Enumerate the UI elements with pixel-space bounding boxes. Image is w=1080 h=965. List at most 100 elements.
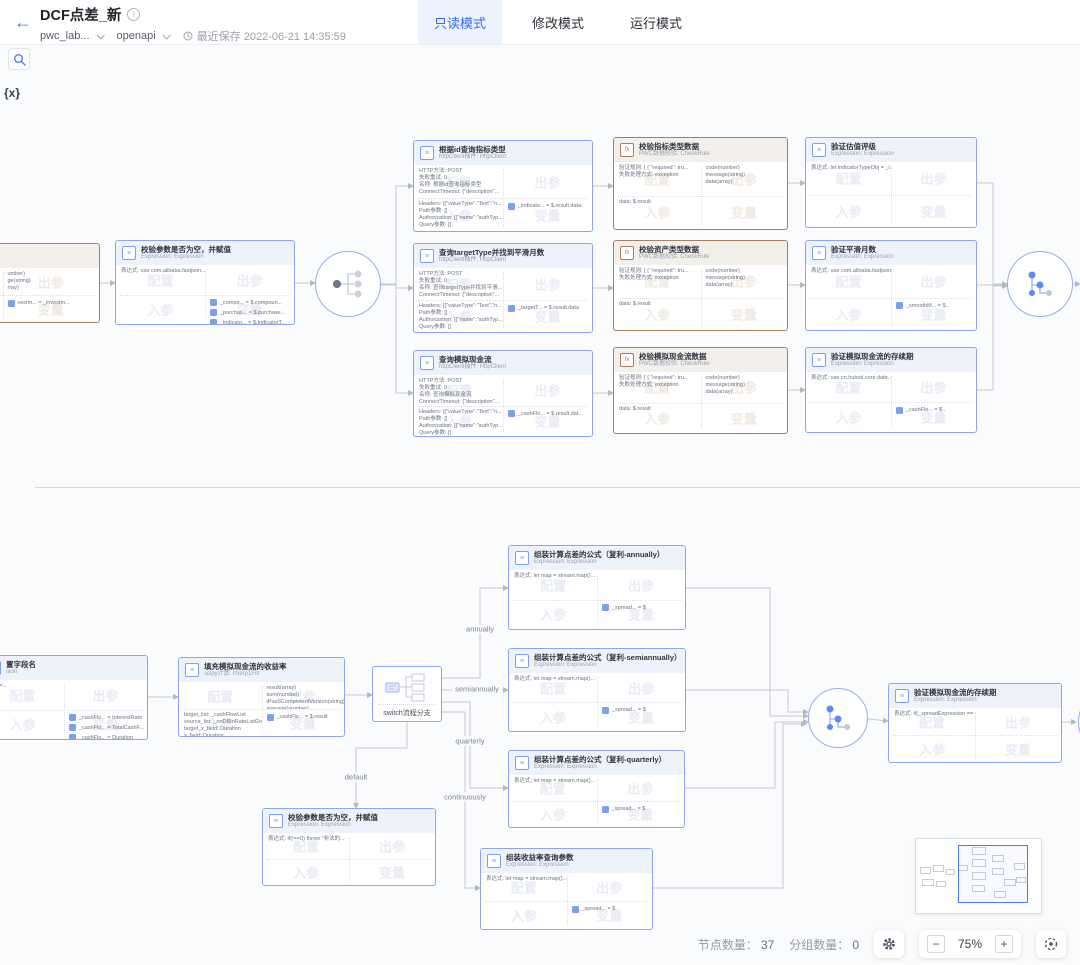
gear-icon [881, 936, 897, 952]
minimap-node [936, 881, 946, 887]
config-line: Path参数: [] [419, 310, 498, 317]
node-header: fx校验指标类型数据PWC数据校验: CheckRule [614, 138, 787, 162]
node-param-output[interactable]: fx配置出参入参变量umber)ge(string)rray)vestm... … [0, 243, 100, 323]
module-icon: ≡ [185, 663, 199, 677]
output-mapping: _cashFlo... = $.result.dat... [518, 411, 583, 417]
output-var-icon [896, 407, 903, 414]
node-verify-cashflow-duration-top[interactable]: ≡验证模拟现金流的存续期Expression: Expression配置出参入参… [805, 347, 977, 433]
header: ← DCF点差_新 i pwc_lab... openapi 最近保存 2022… [0, 0, 1080, 45]
output-var-icon [896, 302, 903, 309]
minimap-viewport[interactable] [958, 845, 1028, 903]
config-line: 失败重试: 0 [419, 175, 498, 182]
api-select[interactable]: openapi [117, 30, 156, 42]
back-button[interactable]: ← [10, 9, 36, 35]
output-var-icon [210, 309, 217, 316]
module-icon: ≡ [812, 143, 826, 157]
zoom-out-button[interactable]: − [927, 935, 945, 953]
tab-edit-mode[interactable]: 修改模式 [516, 0, 600, 44]
zoom-controls: − 75% + [919, 930, 1021, 958]
node-header: ≡根据id查询指标类型httpClient插件: HttpClient [414, 141, 592, 165]
config-line: target_x_field: Duration [184, 726, 257, 733]
fit-view-button[interactable] [1036, 930, 1066, 958]
node-verify-valuation-rating[interactable]: ≡验证估值评级Expression: Expression配置出参入参变量表达式… [805, 137, 977, 228]
node-header: ≡查询targetType并找到平滑月数httpClient插件: HttpCl… [414, 244, 592, 268]
node-merge-gateway-top[interactable] [1007, 251, 1073, 317]
config-line: data(array) [706, 282, 783, 289]
node-assemble-yield-query-params[interactable]: ≡组装收益率查询参数Expression: Expression配置出参入参变量… [480, 848, 653, 930]
minimap[interactable] [915, 838, 1042, 914]
output-var-icon [508, 203, 515, 210]
node-header: ≡验证模拟现金流的存续期Expression: Expression [889, 684, 1061, 708]
info-icon[interactable]: i [127, 8, 140, 21]
node-switch-branch[interactable]: switch流程分支 [372, 666, 442, 722]
module-icon: ≡ [515, 756, 529, 770]
node-split-gateway[interactable] [315, 251, 381, 317]
output-var-icon [602, 604, 609, 611]
node-subtitle: Expression: Expression [914, 697, 997, 704]
node-http-query-cashflow[interactable]: ≡查询模拟现金流httpClient插件: HttpClient配置出参入参变量… [413, 350, 593, 437]
output-mapping: _smoothM... = $... [906, 303, 950, 309]
node-header: ≡验证模拟现金流的存续期Expression: Expression [806, 348, 976, 372]
node-merge-gateway-bottom[interactable] [808, 688, 868, 748]
config-line: message(string) [706, 275, 783, 282]
split-gateway-icon [330, 269, 366, 299]
output-mapping: _indicato... = $.IndicatorT... [220, 320, 286, 325]
node-title: 查询模拟现金流 [439, 355, 506, 364]
node-header: ≡查询模拟现金流httpClient插件: HttpClient [414, 351, 592, 375]
config-line: Authorization: [{"name":"authTyp... [419, 215, 498, 222]
node-title: 校验资产类型数据 [639, 245, 710, 254]
config-line: target_list: _cashFlowList [184, 712, 257, 719]
output-row: _spread... = $ [602, 603, 680, 613]
module-icon: ≡ [0, 661, 1, 675]
config-line: 表达式: let indicatorTypeObj = _i... [811, 165, 886, 172]
output-var-icon [602, 707, 609, 714]
config-line: 表达式: use com.alibaba.fastjson... [121, 268, 200, 275]
node-formula-quarterly[interactable]: ≡组装计算点差的公式（复利-quarterly）Expression: Expr… [508, 750, 685, 828]
variables-badge[interactable]: {x} [4, 86, 20, 100]
branch-label-default: default [342, 773, 371, 782]
settings-button[interactable] [874, 930, 904, 958]
node-verify-cashflow-duration-bottom[interactable]: ≡验证模拟现金流的存续期Expression: Expression配置出参入参… [888, 683, 1062, 763]
node-verify-smooth-months[interactable]: ≡验证平滑月数Expression: Expression配置出参入参变量表达式… [805, 240, 977, 331]
config-line: HTTP方法: POST [419, 168, 498, 175]
config-line: code(number) [706, 165, 783, 172]
node-formula-semiannually[interactable]: ≡组装计算点差的公式（复利-semiannually）Expression: E… [508, 648, 686, 732]
tab-readonly-mode[interactable]: 只读模式 [418, 0, 502, 44]
node-set-field-name[interactable]: ≡置字段名sion配置出参入参变量Rate =..._cashFlo... = … [0, 655, 148, 740]
node-check-cashflow-data[interactable]: fx校验模拟现金流数据PWC数据校验: CheckRule配置出参入参变量验证规… [613, 347, 788, 434]
output-var-icon [572, 906, 579, 913]
node-check-asset-type-data[interactable]: fx校验资产类型数据PWC数据校验: CheckRule配置出参入参变量验证规则… [613, 240, 788, 331]
node-header: ≡验证估值评级Expression: Expression [806, 138, 976, 162]
output-row: _purchas... = $.purchase... [210, 308, 289, 318]
config-line: Headers: [{"valueType":"Text","n... [419, 201, 498, 208]
page-title: DCF点差_新 [40, 4, 121, 25]
config-line: data(array) [706, 179, 783, 186]
node-check-params-default[interactable]: ≡校验参数是否为空，并赋值Expression: Expression配置出参入… [262, 808, 436, 886]
search-button[interactable] [8, 48, 30, 70]
config-line: 验证规则: [ { "required": tru... [619, 268, 696, 275]
config-line: Headers: [{"valueType":"Text","n... [419, 409, 498, 416]
output-mapping: _spread... = $ [612, 707, 646, 713]
config-line: 失败重试: 0 [419, 278, 498, 285]
workspace-select[interactable]: pwc_lab... [40, 30, 90, 42]
output-var-icon [267, 714, 274, 721]
config-line: Headers: [{"valueType":"Text","n... [419, 303, 498, 310]
zoom-in-button[interactable]: + [995, 935, 1013, 953]
node-header: ≡组装收益率查询参数Expression: Expression [481, 849, 652, 873]
output-mapping: _spread... = $ [612, 605, 646, 611]
node-check-params[interactable]: ≡校验参数是否为空，并赋值Expression: Expression配置出参入… [115, 240, 295, 325]
config-line: 名称: 查询targetType并找到平滑... [419, 285, 498, 292]
node-formula-annually[interactable]: ≡组装计算点差的公式（复利-annually）Expression: Expre… [508, 545, 686, 630]
node-subtitle: httpClient插件: HttpClient [439, 364, 506, 371]
output-mapping: _compo... = $.compoun... [220, 300, 282, 306]
config-line: 名称: 根据id查询指标类型 [419, 182, 498, 189]
node-http-query-targettype[interactable]: ≡查询targetType并找到平滑月数httpClient插件: HttpCl… [413, 243, 593, 333]
module-icon: ≡ [895, 689, 909, 703]
output-mapping: vestm... = _investm... [18, 300, 70, 306]
zoom-level: 75% [955, 937, 985, 951]
node-fill-cashflow-yield[interactable]: ≡填充模拟现金流的收益率scipy计算: interp1Fill配置出参入参变量… [178, 657, 345, 737]
node-check-indicator-type-data[interactable]: fx校验指标类型数据PWC数据校验: CheckRule配置出参入参变量验证规则… [613, 137, 788, 230]
node-http-query-indicator-type[interactable]: ≡根据id查询指标类型httpClient插件: HttpClient配置出参入… [413, 140, 593, 232]
tab-run-mode[interactable]: 运行模式 [614, 0, 698, 44]
node-subtitle: Expression: Expression [288, 822, 378, 829]
